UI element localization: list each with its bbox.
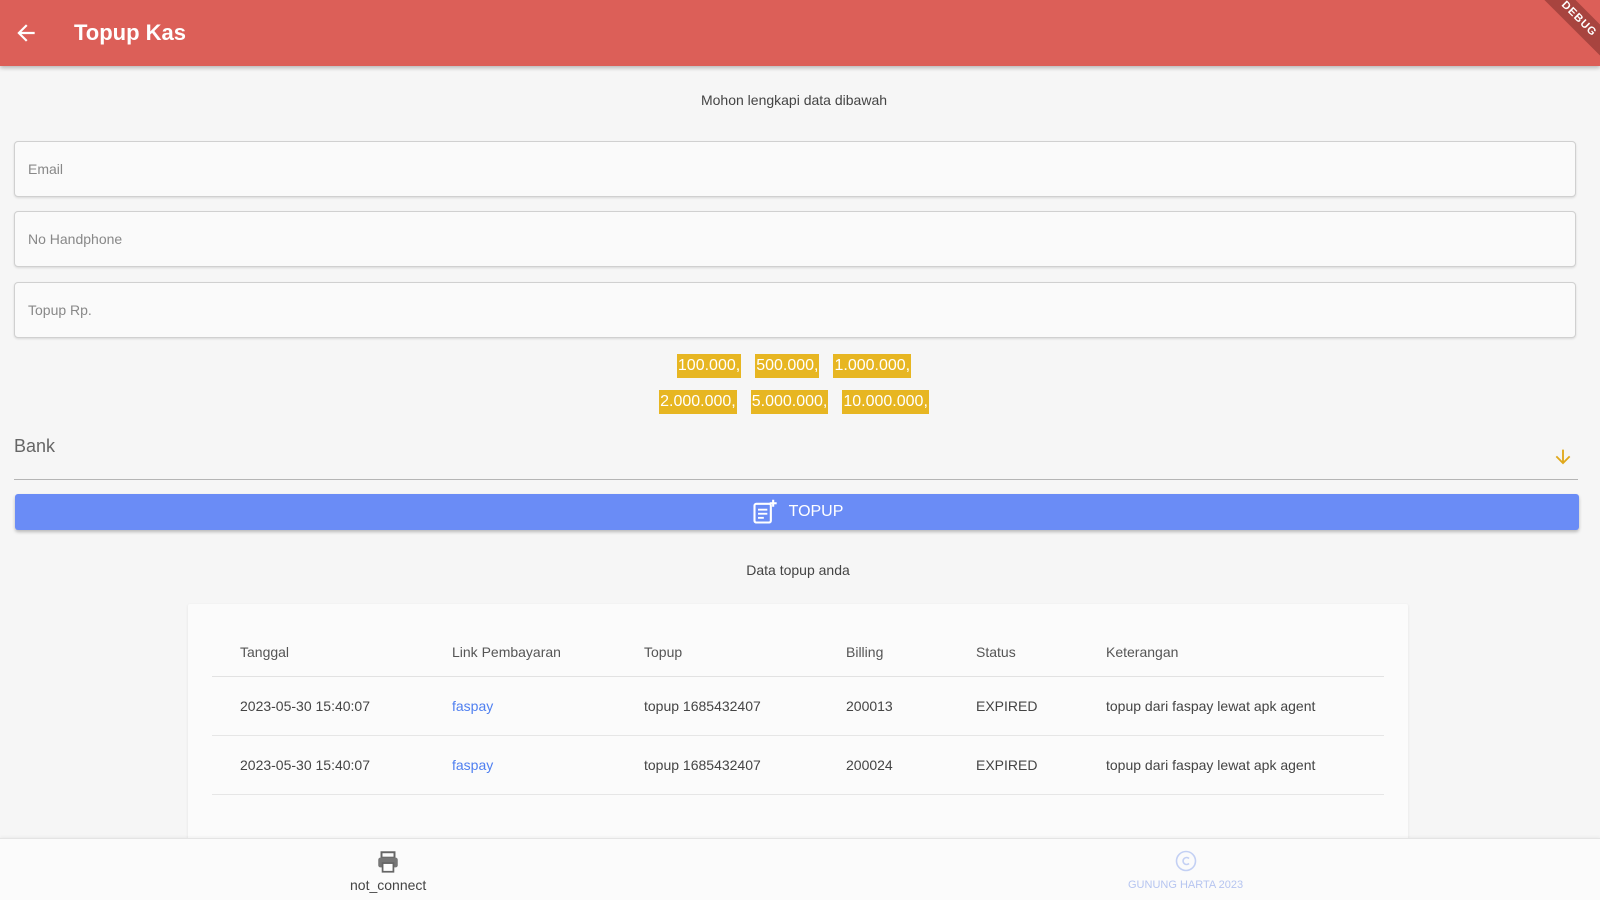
copyright-icon [1175, 850, 1196, 872]
amount-field[interactable] [28, 302, 1575, 318]
payment-link[interactable]: faspay [424, 676, 616, 736]
arrow-down-icon [1555, 449, 1571, 465]
amount-field-container[interactable] [14, 282, 1576, 338]
printer-icon [378, 851, 398, 873]
topup-button[interactable]: TOPUP [15, 494, 1579, 530]
amount-chip-500000[interactable]: 500.000, [755, 354, 820, 378]
app-bar: Topup Kas DEBUG [0, 0, 1600, 66]
debug-banner-area: DEBUG [1530, 0, 1600, 66]
cell-topup: topup 1685432407 [616, 735, 818, 795]
amount-chips-row-1: 100.000, 500.000, 1.000.000, [0, 354, 1588, 378]
history-table-card: Tanggal Link Pembayaran Topup Billing St… [188, 604, 1408, 844]
bank-label: Bank [14, 436, 56, 456]
column-header-billing: Billing [818, 628, 948, 677]
topup-button-label: TOPUP [788, 503, 844, 520]
cell-description: topup dari faspay lewat apk agent [1078, 735, 1384, 795]
column-header-status: Status [948, 628, 1078, 677]
amount-chip-5000000[interactable]: 5.000.000, [750, 390, 829, 414]
debug-ribbon: DEBUG [1532, 0, 1600, 66]
cell-status: EXPIRED [948, 676, 1078, 736]
copyright-label: GUNUNG HARTA 2023 [1128, 879, 1244, 891]
cell-billing: 200013 [818, 676, 948, 736]
back-button[interactable] [4, 11, 48, 55]
copyright-item: GUNUNG HARTA 2023 [1128, 849, 1243, 891]
payment-link[interactable]: faspay [424, 735, 616, 795]
amount-chip-100000[interactable]: 100.000, [676, 354, 742, 378]
column-header-tanggal: Tanggal [212, 628, 424, 677]
amount-chips-row-2: 2.000.000, 5.000.000, 10.000.000, [0, 390, 1588, 414]
amount-chip-2000000[interactable]: 2.000.000, [659, 390, 737, 414]
arrow-left-icon [17, 24, 35, 42]
table-row: 2023-05-30 15:40:07 faspay topup 1685432… [212, 735, 1384, 795]
bottom-bar: not_connect GUNUNG HARTA 2023 [0, 838, 1600, 900]
history-table: Tanggal Link Pembayaran Topup Billing St… [212, 628, 1384, 795]
history-title: Data topup anda [746, 562, 850, 578]
column-header-topup: Topup [616, 628, 818, 677]
printer-status-label: not_connect [350, 877, 427, 893]
table-row: 2023-05-30 15:40:07 faspay topup 1685432… [212, 676, 1384, 736]
email-field[interactable] [28, 161, 1575, 177]
amount-chip-10000000[interactable]: 10.000.000, [842, 390, 929, 414]
column-header-keterangan: Keterangan [1078, 628, 1384, 677]
cell-description: topup dari faspay lewat apk agent [1078, 676, 1384, 736]
amount-chip-1000000[interactable]: 1.000.000, [833, 354, 912, 378]
phone-field-container[interactable] [14, 211, 1576, 267]
cell-billing: 200024 [818, 735, 948, 795]
cell-topup: topup 1685432407 [616, 676, 818, 736]
page-title: Topup Kas [74, 20, 187, 45]
cell-status: EXPIRED [948, 735, 1078, 795]
form-subtitle: Mohon lengkapi data dibawah [700, 92, 888, 108]
note-add-icon [753, 499, 777, 524]
printer-status-item[interactable]: not_connect [350, 849, 426, 893]
email-field-container[interactable] [14, 141, 1576, 197]
cell-date: 2023-05-30 15:40:07 [212, 735, 424, 795]
table-header-row: Tanggal Link Pembayaran Topup Billing St… [212, 628, 1384, 677]
bank-dropdown[interactable]: Bank [14, 424, 1578, 480]
cell-date: 2023-05-30 15:40:07 [212, 676, 424, 736]
column-header-link: Link Pembayaran [424, 628, 616, 677]
phone-field[interactable] [28, 231, 1575, 247]
